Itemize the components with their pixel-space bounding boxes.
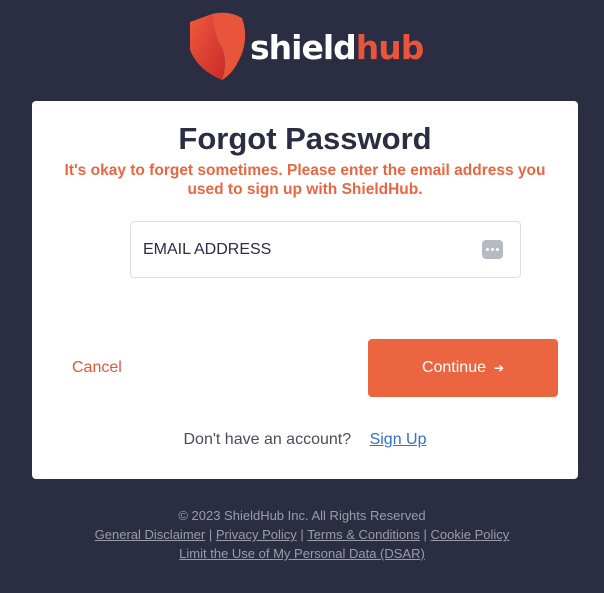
footer-link-dsar[interactable]: Limit the Use of My Personal Data (DSAR): [179, 546, 425, 561]
footer: © 2023 ShieldHub Inc. All Rights Reserve…: [0, 506, 604, 563]
email-field-container: [130, 221, 521, 278]
footer-link-cookie[interactable]: Cookie Policy: [431, 527, 510, 542]
arrow-right-icon: ➔: [493, 361, 505, 375]
autofill-dots-icon[interactable]: [482, 240, 503, 259]
brand-logo: shieldhub: [184, 10, 444, 82]
brand-name-part2: hub: [355, 27, 425, 67]
cancel-button[interactable]: Cancel: [72, 359, 122, 377]
footer-separator: |: [208, 527, 213, 542]
email-input[interactable]: [131, 229, 471, 270]
signup-link[interactable]: Sign Up: [370, 431, 427, 448]
brand-wordmark: shieldhub: [250, 27, 425, 67]
signup-row: Don't have an account? Sign Up: [32, 431, 578, 449]
footer-links: General Disclaimer | Privacy Policy | Te…: [0, 525, 604, 544]
brand-name-part1: shield: [250, 27, 357, 67]
page-title: Forgot Password: [178, 121, 432, 156]
shield-icon: [190, 12, 246, 81]
continue-button[interactable]: Continue ➔: [368, 339, 558, 397]
continue-label: Continue: [421, 359, 486, 376]
footer-link-privacy[interactable]: Privacy Policy: [216, 527, 297, 542]
copyright-text: © 2023 ShieldHub Inc. All Rights Reserve…: [178, 508, 426, 523]
footer-link-terms[interactable]: Terms & Conditions: [307, 527, 420, 542]
footer-link-disclaimer[interactable]: General Disclaimer: [95, 527, 206, 542]
footer-separator: |: [300, 527, 304, 542]
signup-prompt: Don't have an account?: [183, 431, 352, 448]
footer-separator: |: [423, 527, 427, 542]
page-subtitle: It's okay to forget sometimes. Please en…: [64, 162, 546, 198]
forgot-password-card: Forgot Password It's okay to forget some…: [32, 101, 578, 479]
